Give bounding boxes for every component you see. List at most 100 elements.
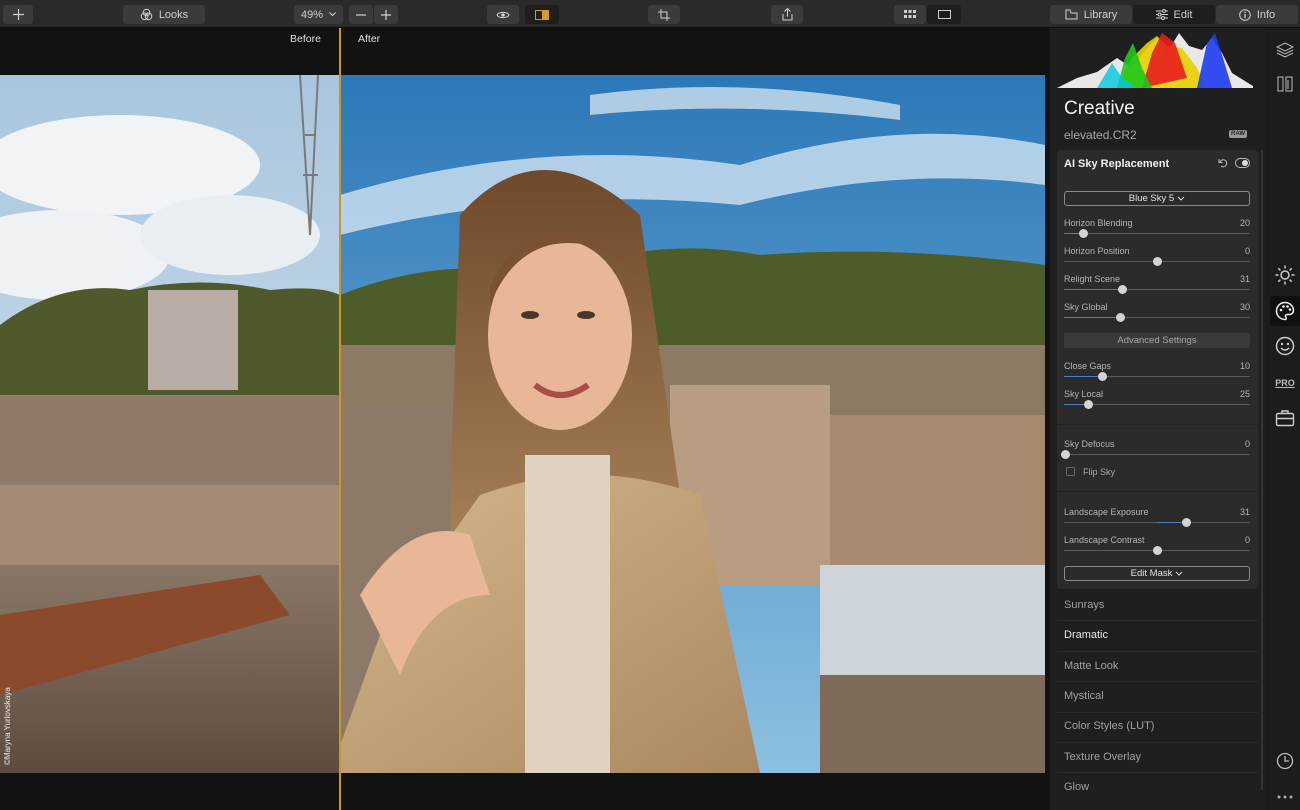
tool-item-mystical[interactable]: Mystical <box>1064 690 1104 702</box>
zoom-out-button[interactable] <box>349 5 373 24</box>
photo-credit: ©Maryna Yurlovskaya <box>3 687 12 765</box>
divider <box>1057 491 1258 492</box>
edit-tab[interactable]: Edit <box>1133 5 1215 24</box>
library-tab[interactable]: Library <box>1050 5 1132 24</box>
library-icon <box>1065 9 1078 20</box>
looks-label: Looks <box>158 8 189 21</box>
divider <box>1057 712 1258 713</box>
relight-scene-value: 31 <box>1239 274 1250 284</box>
portrait-face-icon[interactable] <box>1274 335 1296 357</box>
horizon-position-slider[interactable] <box>1064 257 1250 266</box>
single-view-icon <box>937 10 951 19</box>
split-view-icon <box>535 9 549 20</box>
library-label: Library <box>1083 8 1118 21</box>
top-toolbar: Looks 49% Library Edit Info <box>0 0 1300 28</box>
photo[interactable] <box>0 75 1045 773</box>
grid-view-button[interactable] <box>894 5 926 24</box>
essentials-sun-icon[interactable] <box>1274 264 1296 286</box>
horizon-position-label: Horizon Position <box>1064 246 1130 256</box>
info-tab[interactable]: Info <box>1216 5 1298 24</box>
sky-defocus-value: 0 <box>1244 439 1250 449</box>
looks-button[interactable]: Looks <box>123 5 205 24</box>
divider <box>1057 620 1258 621</box>
edit-mask-dropdown[interactable]: Edit Mask <box>1064 566 1250 581</box>
history-clock-icon[interactable] <box>1274 750 1296 772</box>
landscape-exposure-slider[interactable] <box>1064 518 1250 527</box>
horizon-blending-label: Horizon Blending <box>1064 218 1133 228</box>
raw-badge: RAW <box>1229 130 1247 138</box>
tool-item-matte-look[interactable]: Matte Look <box>1064 660 1118 672</box>
relight-scene-slider[interactable] <box>1064 285 1250 294</box>
advanced-settings-button[interactable]: Advanced Settings <box>1064 333 1250 348</box>
tool-toggle[interactable] <box>1235 158 1250 168</box>
sky-local-slider[interactable] <box>1064 400 1250 409</box>
horizon-blending-slider[interactable] <box>1064 229 1250 238</box>
after-label: After <box>358 33 381 45</box>
close-gaps-slider[interactable] <box>1064 372 1250 381</box>
sky-defocus-slider[interactable] <box>1060 450 1250 459</box>
sky-global-label: Sky Global <box>1064 302 1108 312</box>
compare-button[interactable] <box>525 5 559 24</box>
add-button[interactable] <box>3 5 33 24</box>
professional-briefcase-icon[interactable] <box>1274 407 1296 429</box>
landscape-contrast-slider[interactable] <box>1064 546 1250 555</box>
flip-sky-checkbox[interactable] <box>1066 467 1075 476</box>
sky-global-value: 30 <box>1239 302 1250 312</box>
sky-select-dropdown[interactable]: Blue Sky 5 <box>1064 191 1250 206</box>
tool-item-glow[interactable]: Glow <box>1064 781 1089 793</box>
crop-icon <box>658 8 670 21</box>
before-label: Before <box>290 33 321 45</box>
zoom-value: 49% <box>300 8 324 21</box>
tool-item-dramatic[interactable]: Dramatic <box>1064 629 1108 641</box>
layers-icon[interactable] <box>1274 39 1296 61</box>
tool-item-color-styles[interactable]: Color Styles (LUT) <box>1064 720 1154 732</box>
after-image <box>340 75 1045 773</box>
eye-icon <box>496 11 510 18</box>
sky-defocus-label: Sky Defocus <box>1064 439 1115 449</box>
crop-button[interactable] <box>648 5 680 24</box>
chevron-down-icon <box>329 12 336 17</box>
chevron-down-icon <box>1176 571 1183 576</box>
tool-title[interactable]: AI Sky Replacement <box>1064 158 1169 170</box>
landscape-contrast-label: Landscape Contrast <box>1064 535 1145 545</box>
close-gaps-label: Close Gaps <box>1064 361 1112 371</box>
divider <box>1057 742 1258 743</box>
divider <box>1057 651 1258 652</box>
plus-icon <box>12 9 24 20</box>
sky-global-slider[interactable] <box>1064 313 1250 322</box>
single-view-button[interactable] <box>927 5 961 24</box>
edit-mask-label: Edit Mask <box>1130 568 1173 579</box>
canvas-icon[interactable] <box>1274 73 1296 95</box>
more-icon[interactable] <box>1274 786 1296 808</box>
pro-tools-icon[interactable]: PRO <box>1274 372 1296 394</box>
looks-icon <box>140 8 153 21</box>
horizon-position-value: 0 <box>1244 246 1250 256</box>
divider <box>1057 772 1258 773</box>
landscape-exposure-label: Landscape Exposure <box>1064 507 1149 517</box>
compare-divider-handle[interactable] <box>339 28 341 810</box>
chevron-down-icon <box>1177 196 1185 201</box>
zoom-in-button[interactable] <box>374 5 398 24</box>
file-name: elevated.CR2 <box>1064 128 1137 142</box>
before-image <box>0 75 340 773</box>
reset-icon[interactable] <box>1218 158 1228 168</box>
divider <box>1057 424 1258 425</box>
landscape-contrast-value: 0 <box>1244 535 1250 545</box>
share-button[interactable] <box>771 5 803 24</box>
plus-icon <box>381 9 391 20</box>
sliders-icon <box>1155 9 1168 20</box>
preview-button[interactable] <box>487 5 519 24</box>
section-title: Creative <box>1064 98 1135 119</box>
panel-scrollbar[interactable] <box>1261 150 1263 790</box>
info-label: Info <box>1256 8 1276 21</box>
tool-item-texture-overlay[interactable]: Texture Overlay <box>1064 751 1141 763</box>
histogram <box>1057 33 1253 88</box>
relight-scene-label: Relight Scene <box>1064 274 1121 284</box>
sky-select-value: Blue Sky 5 <box>1128 193 1175 204</box>
share-icon <box>782 8 792 21</box>
landscape-exposure-value: 31 <box>1239 507 1250 517</box>
zoom-dropdown[interactable]: 49% <box>294 5 343 24</box>
tool-item-sunrays[interactable]: Sunrays <box>1064 599 1104 611</box>
sky-local-label: Sky Local <box>1064 389 1104 399</box>
creative-palette-icon[interactable] <box>1270 296 1300 326</box>
